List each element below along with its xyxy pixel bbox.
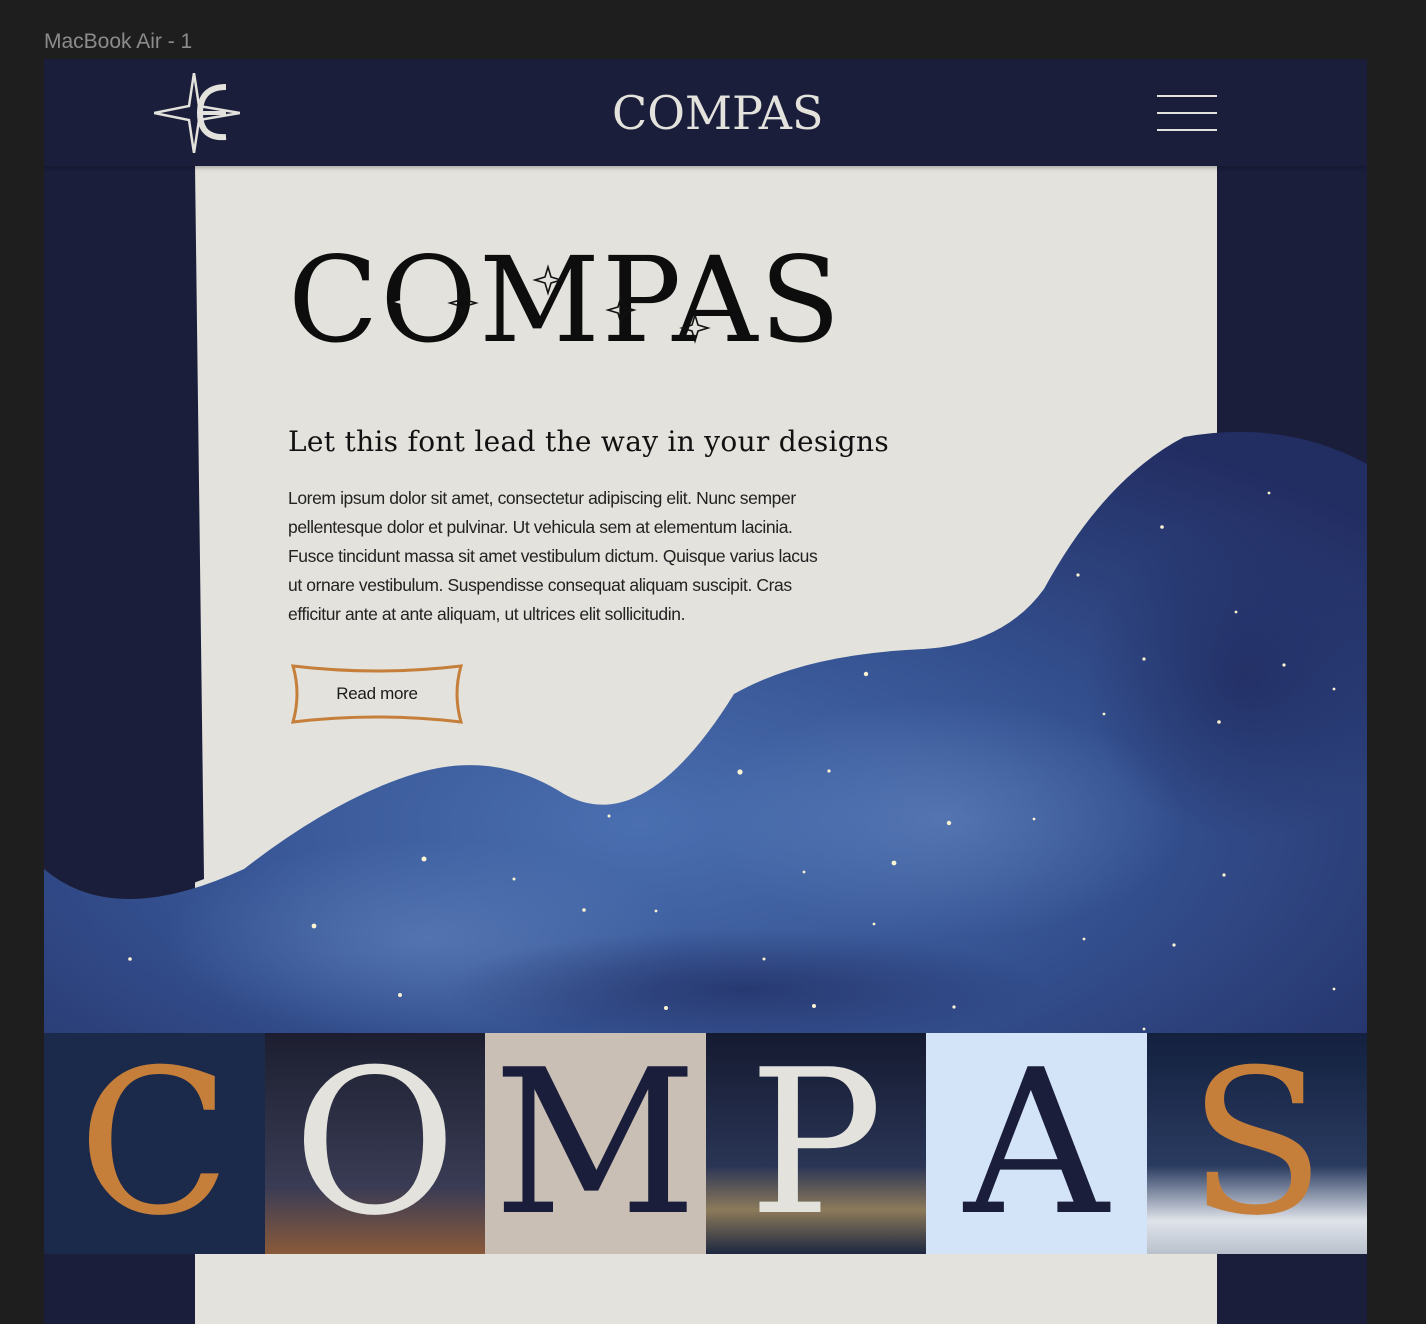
macbook-frame: COMPAS COMPAS Let this font lead the way… xyxy=(44,59,1367,1324)
hamburger-menu-icon[interactable] xyxy=(1157,95,1217,131)
tile-letter: M xyxy=(492,1033,698,1254)
frame-label: MacBook Air - 1 xyxy=(44,30,193,53)
letter-tile-p: P xyxy=(705,1033,926,1254)
sparkle-icons xyxy=(320,264,711,344)
hero-tagline: Let this font lead the way in your desig… xyxy=(288,425,890,458)
tile-letter: A xyxy=(964,1033,1109,1254)
letter-tile-o: O xyxy=(264,1033,485,1254)
letter-tiles-strip: C O M P A S xyxy=(44,1033,1367,1254)
nav-wordmark[interactable]: COMPAS xyxy=(612,85,823,141)
compas-star-logo-icon[interactable] xyxy=(154,73,240,153)
tile-letter: P xyxy=(748,1033,884,1254)
letter-tile-m: M xyxy=(485,1033,706,1254)
letter-tile-s: S xyxy=(1146,1033,1367,1254)
hero-body-text: Lorem ipsum dolor sit amet, consectetur … xyxy=(288,488,818,624)
read-more-label: Read more xyxy=(336,684,418,703)
read-more-button[interactable]: Read more xyxy=(290,663,464,725)
top-navbar: COMPAS xyxy=(44,59,1367,166)
tile-letter: O xyxy=(292,1033,457,1254)
letter-tile-c: C xyxy=(44,1033,265,1254)
letter-tile-a: A xyxy=(926,1033,1147,1254)
tile-letter: C xyxy=(77,1033,231,1254)
tile-letter: S xyxy=(1188,1033,1326,1254)
